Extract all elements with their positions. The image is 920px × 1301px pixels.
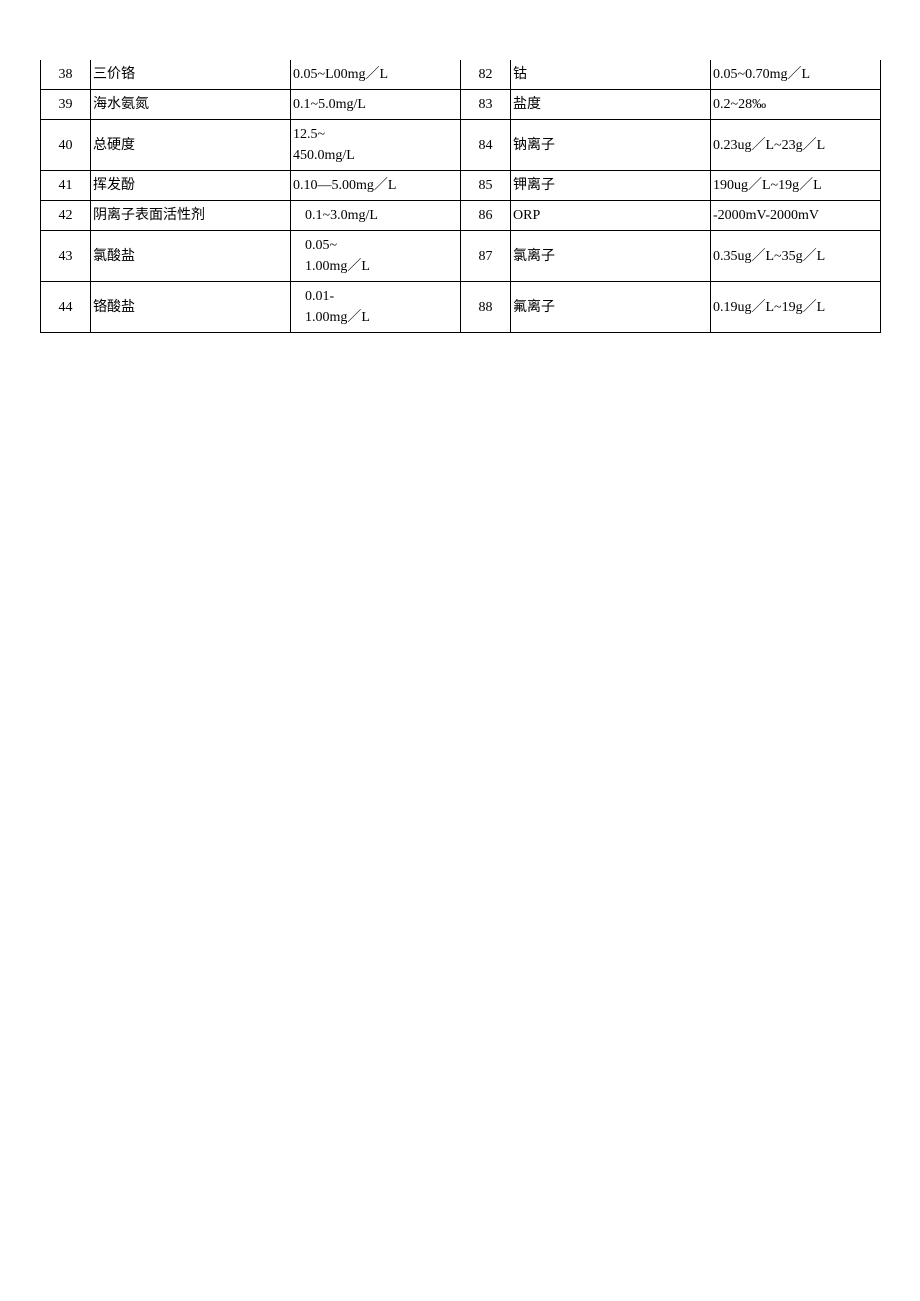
- table-row: 38三价铬0.05~L00mg／L82钴0.05~0.70mg／L: [41, 60, 881, 90]
- param-range-right: 0.35ug／L~35g／L: [711, 231, 881, 282]
- param-name-right: 钴: [511, 60, 711, 90]
- param-name-right: 钠离子: [511, 120, 711, 171]
- param-range-left: 0.05~1.00mg／L: [291, 231, 461, 282]
- row-index-right: 83: [461, 90, 511, 120]
- param-range-right: 0.23ug／L~23g／L: [711, 120, 881, 171]
- param-name-left: 阴离子表面活性剂: [91, 201, 291, 231]
- row-index-left: 40: [41, 120, 91, 171]
- row-index-left: 38: [41, 60, 91, 90]
- row-index-right: 86: [461, 201, 511, 231]
- param-range-right: 0.05~0.70mg／L: [711, 60, 881, 90]
- param-name-right: 氟离子: [511, 282, 711, 333]
- param-range-right: 0.19ug／L~19g／L: [711, 282, 881, 333]
- row-index-right: 84: [461, 120, 511, 171]
- row-index-left: 43: [41, 231, 91, 282]
- row-index-left: 42: [41, 201, 91, 231]
- param-range-left: 0.10—5.00mg／L: [291, 171, 461, 201]
- row-index-right: 88: [461, 282, 511, 333]
- param-range-left: 0.1~3.0mg/L: [291, 201, 461, 231]
- param-name-left: 氯酸盐: [91, 231, 291, 282]
- param-range-left: 12.5~450.0mg/L: [291, 120, 461, 171]
- parameters-table: 38三价铬0.05~L00mg／L82钴0.05~0.70mg／L39海水氨氮0…: [40, 60, 881, 333]
- table-row: 42阴离子表面活性剂0.1~3.0mg/L86ORP-2000mV-2000mV: [41, 201, 881, 231]
- param-name-left: 总硬度: [91, 120, 291, 171]
- table-row: 43氯酸盐0.05~1.00mg／L87氯离子0.35ug／L~35g／L: [41, 231, 881, 282]
- param-range-right: 0.2~28‰: [711, 90, 881, 120]
- param-name-right: 钾离子: [511, 171, 711, 201]
- row-index-right: 85: [461, 171, 511, 201]
- param-range-left: 0.05~L00mg／L: [291, 60, 461, 90]
- param-name-right: 盐度: [511, 90, 711, 120]
- row-index-left: 41: [41, 171, 91, 201]
- row-index-left: 44: [41, 282, 91, 333]
- table-row: 44铬酸盐0.01-1.00mg／L88氟离子0.19ug／L~19g／L: [41, 282, 881, 333]
- table-row: 41挥发酚0.10—5.00mg／L85钾离子190ug／L~19g／L: [41, 171, 881, 201]
- param-name-left: 海水氨氮: [91, 90, 291, 120]
- param-range-left: 0.01-1.00mg／L: [291, 282, 461, 333]
- param-name-left: 铬酸盐: [91, 282, 291, 333]
- param-name-left: 挥发酚: [91, 171, 291, 201]
- param-range-right: 190ug／L~19g／L: [711, 171, 881, 201]
- row-index-right: 82: [461, 60, 511, 90]
- param-name-right: ORP: [511, 201, 711, 231]
- row-index-right: 87: [461, 231, 511, 282]
- param-name-right: 氯离子: [511, 231, 711, 282]
- table-row: 39海水氨氮0.1~5.0mg/L83盐度0.2~28‰: [41, 90, 881, 120]
- row-index-left: 39: [41, 90, 91, 120]
- param-name-left: 三价铬: [91, 60, 291, 90]
- table-row: 40总硬度12.5~450.0mg/L84钠离子0.23ug／L~23g／L: [41, 120, 881, 171]
- param-range-left: 0.1~5.0mg/L: [291, 90, 461, 120]
- param-range-right: -2000mV-2000mV: [711, 201, 881, 231]
